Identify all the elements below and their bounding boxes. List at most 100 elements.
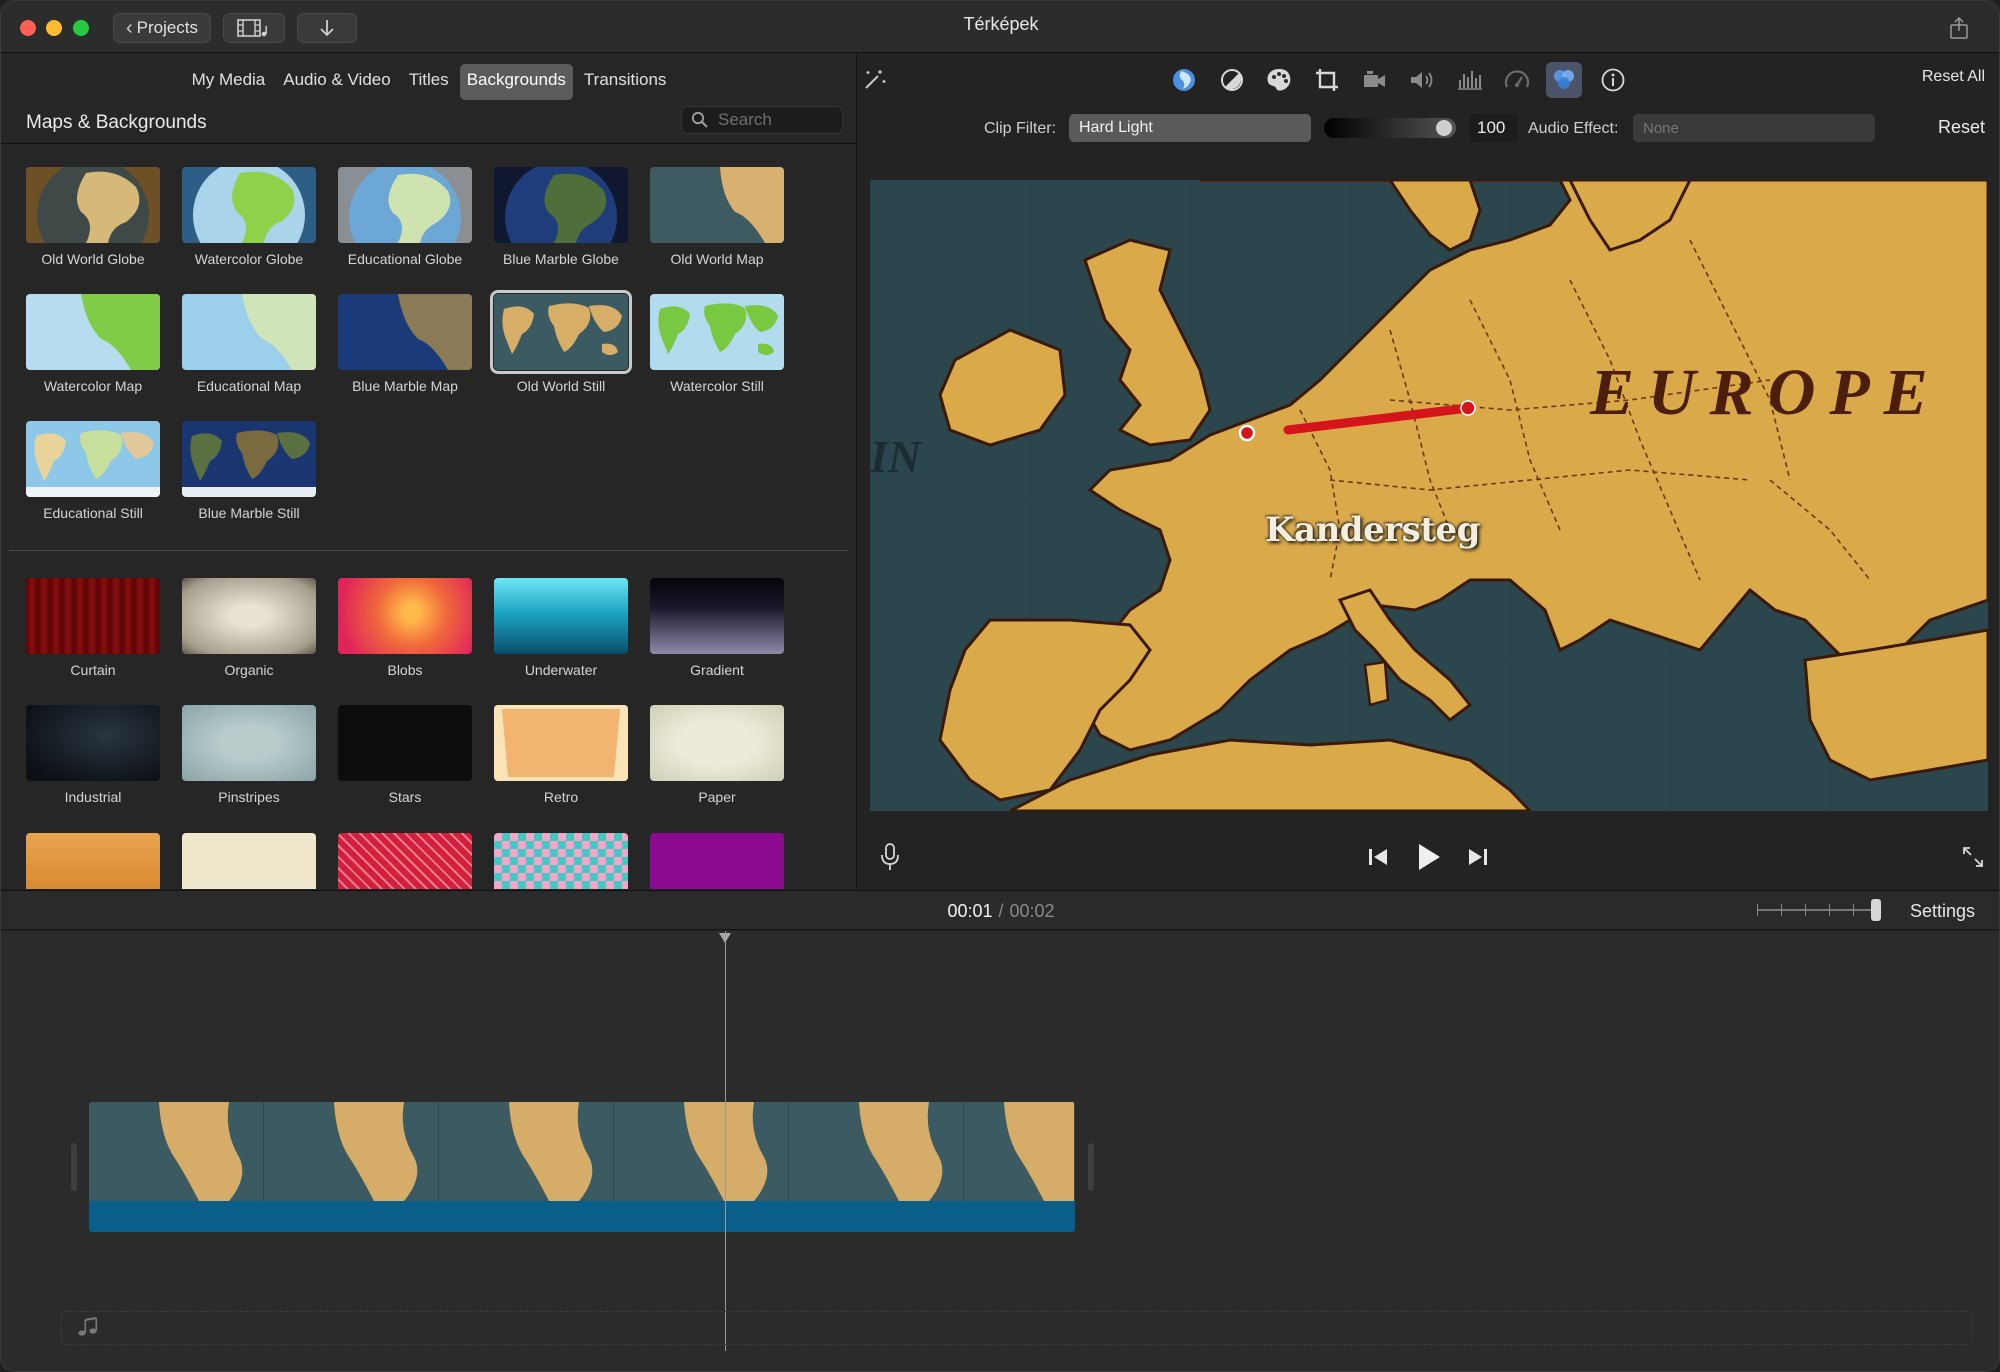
filter-amount-slider[interactable] xyxy=(1324,118,1456,138)
map-thumb-blue-marble-globe[interactable]: Blue Marble Globe xyxy=(494,167,628,267)
transport-controls xyxy=(858,832,1999,882)
thumb-label: Watercolor Still xyxy=(670,378,764,394)
search-box[interactable] xyxy=(681,106,843,134)
play-button[interactable] xyxy=(1414,840,1444,874)
title-bar: ‹ Projects Térképek xyxy=(1,1,1999,53)
tab-backgrounds[interactable]: Backgrounds xyxy=(459,64,573,100)
watercolor-globe-image xyxy=(182,167,316,243)
bg-thumb-pinstripes[interactable]: Pinstripes xyxy=(182,705,316,805)
pinstripes-image xyxy=(182,705,316,781)
tab-audio-video[interactable]: Audio & Video xyxy=(276,64,397,100)
bg-thumb-gradient[interactable]: Gradient xyxy=(650,578,784,678)
bg-thumb-orange[interactable] xyxy=(26,833,160,889)
orange-bg-image xyxy=(26,833,160,889)
section-header: Maps & Backgrounds xyxy=(1,104,857,144)
color-palette-icon[interactable] xyxy=(1263,64,1295,96)
tab-transitions[interactable]: Transitions xyxy=(577,64,674,100)
europe-map-image xyxy=(870,180,1988,811)
fullscreen-icon[interactable] xyxy=(1958,842,1988,872)
info-icon[interactable] xyxy=(1597,64,1629,96)
thumb-label: Industrial xyxy=(64,789,122,805)
bg-thumb-retro[interactable]: Retro xyxy=(494,705,628,805)
speed-icon[interactable] xyxy=(1501,64,1533,96)
bg-thumb-industrial[interactable]: Industrial xyxy=(26,705,160,805)
bg-thumb-curtain[interactable]: Curtain xyxy=(26,578,160,678)
thumb-label: Educational Globe xyxy=(347,251,463,267)
tab-titles[interactable]: Titles xyxy=(402,64,456,100)
organic-image xyxy=(182,578,316,654)
clip-frame xyxy=(439,1102,614,1201)
bg-thumb-cream[interactable] xyxy=(182,833,316,889)
educational-globe-image xyxy=(338,167,472,243)
blue-marble-map-image xyxy=(338,294,472,370)
map-thumb-watercolor-still[interactable]: Watercolor Still xyxy=(650,294,784,394)
clip-frame xyxy=(614,1102,789,1201)
curtain-image xyxy=(26,578,160,654)
timecode-display: 00:01/00:02 xyxy=(1,901,1999,922)
thumb-label: Blue Marble Still xyxy=(198,505,300,521)
bg-thumb-checker[interactable] xyxy=(494,833,628,889)
slider-knob[interactable] xyxy=(1436,120,1452,136)
noise-reduction-icon[interactable] xyxy=(1454,64,1486,96)
playhead[interactable] xyxy=(725,931,726,1351)
clip-frame xyxy=(789,1102,964,1201)
video-preview[interactable]: EUROPE IN Kandersteg xyxy=(870,180,1988,811)
reset-button[interactable]: Reset xyxy=(1938,117,1985,138)
clip-frame xyxy=(264,1102,439,1201)
paper-image xyxy=(650,705,784,781)
bg-thumb-purple[interactable] xyxy=(650,833,784,889)
voiceover-microphone-icon[interactable] xyxy=(878,840,902,874)
timeline-clip[interactable] xyxy=(89,1102,1075,1232)
bg-thumb-red-pattern[interactable] xyxy=(338,833,472,889)
map-city-label: Kandersteg xyxy=(1265,510,1480,550)
background-music-well[interactable] xyxy=(61,1311,1973,1345)
bg-thumb-blobs[interactable]: Blobs xyxy=(338,578,472,678)
magic-wand-icon[interactable] xyxy=(858,64,890,96)
map-thumb-watercolor-map[interactable]: Watercolor Map xyxy=(26,294,160,394)
share-icon xyxy=(1950,17,1968,39)
share-button[interactable] xyxy=(1939,13,1979,43)
clip-right-handle[interactable] xyxy=(1088,1143,1094,1191)
map-thumb-old-world-map[interactable]: Old World Map xyxy=(650,167,784,267)
reset-all-button[interactable]: Reset All xyxy=(1922,68,1985,86)
thumb-label: Organic xyxy=(224,662,274,678)
map-thumb-old-world-globe[interactable]: Old World Globe xyxy=(26,167,160,267)
search-input[interactable] xyxy=(718,107,838,133)
color-correction-icon[interactable] xyxy=(1216,64,1248,96)
bg-thumb-stars[interactable]: Stars xyxy=(338,705,472,805)
old-world-globe-image xyxy=(26,167,160,243)
bg-thumb-organic[interactable]: Organic xyxy=(182,578,316,678)
map-thumb-educational-still[interactable]: Educational Still xyxy=(26,421,160,521)
clip-left-handle[interactable] xyxy=(71,1143,77,1191)
red-pattern-image xyxy=(338,833,472,889)
skip-forward-icon[interactable] xyxy=(1466,844,1490,870)
map-thumb-blue-marble-still[interactable]: Blue Marble Still xyxy=(182,421,316,521)
stabilization-icon[interactable] xyxy=(1358,64,1390,96)
app-window: ‹ Projects Térképek My Media Audio & Vid… xyxy=(0,0,2000,1372)
map-thumb-blue-marble-map[interactable]: Blue Marble Map xyxy=(338,294,472,394)
map-thumb-educational-map[interactable]: Educational Map xyxy=(182,294,316,394)
watercolor-still-image xyxy=(650,294,784,370)
timeline-zoom-slider[interactable] xyxy=(1757,899,1881,921)
tab-my-media[interactable]: My Media xyxy=(185,64,273,100)
crop-icon[interactable] xyxy=(1311,64,1343,96)
color-balance-icon[interactable] xyxy=(1168,64,1200,96)
map-thumb-old-world-still[interactable]: Old World Still xyxy=(490,290,632,394)
bg-thumb-underwater[interactable]: Underwater xyxy=(494,578,628,678)
clip-filter-select[interactable]: Hard Light xyxy=(1069,114,1311,142)
thumb-label: Old World Still xyxy=(516,378,606,394)
zoom-slider-knob[interactable] xyxy=(1871,899,1881,921)
clip-filter-icon[interactable] xyxy=(1546,62,1582,98)
filter-amount-field[interactable]: 100 xyxy=(1470,114,1518,142)
timeline[interactable] xyxy=(1,931,1999,1371)
audio-effect-select[interactable]: None xyxy=(1633,114,1875,142)
thumb-label: Watercolor Globe xyxy=(194,251,304,267)
map-thumb-watercolor-globe[interactable]: Watercolor Globe xyxy=(182,167,316,267)
filter-row: Clip Filter: Hard Light 100 Audio Effect… xyxy=(858,114,1999,144)
map-thumb-educational-globe[interactable]: Educational Globe xyxy=(338,167,472,267)
volume-icon[interactable] xyxy=(1406,64,1438,96)
bg-thumb-paper[interactable]: Paper xyxy=(650,705,784,805)
industrial-image xyxy=(26,705,160,781)
skip-back-icon[interactable] xyxy=(1366,844,1390,870)
timeline-settings-button[interactable]: Settings xyxy=(1910,901,1975,922)
